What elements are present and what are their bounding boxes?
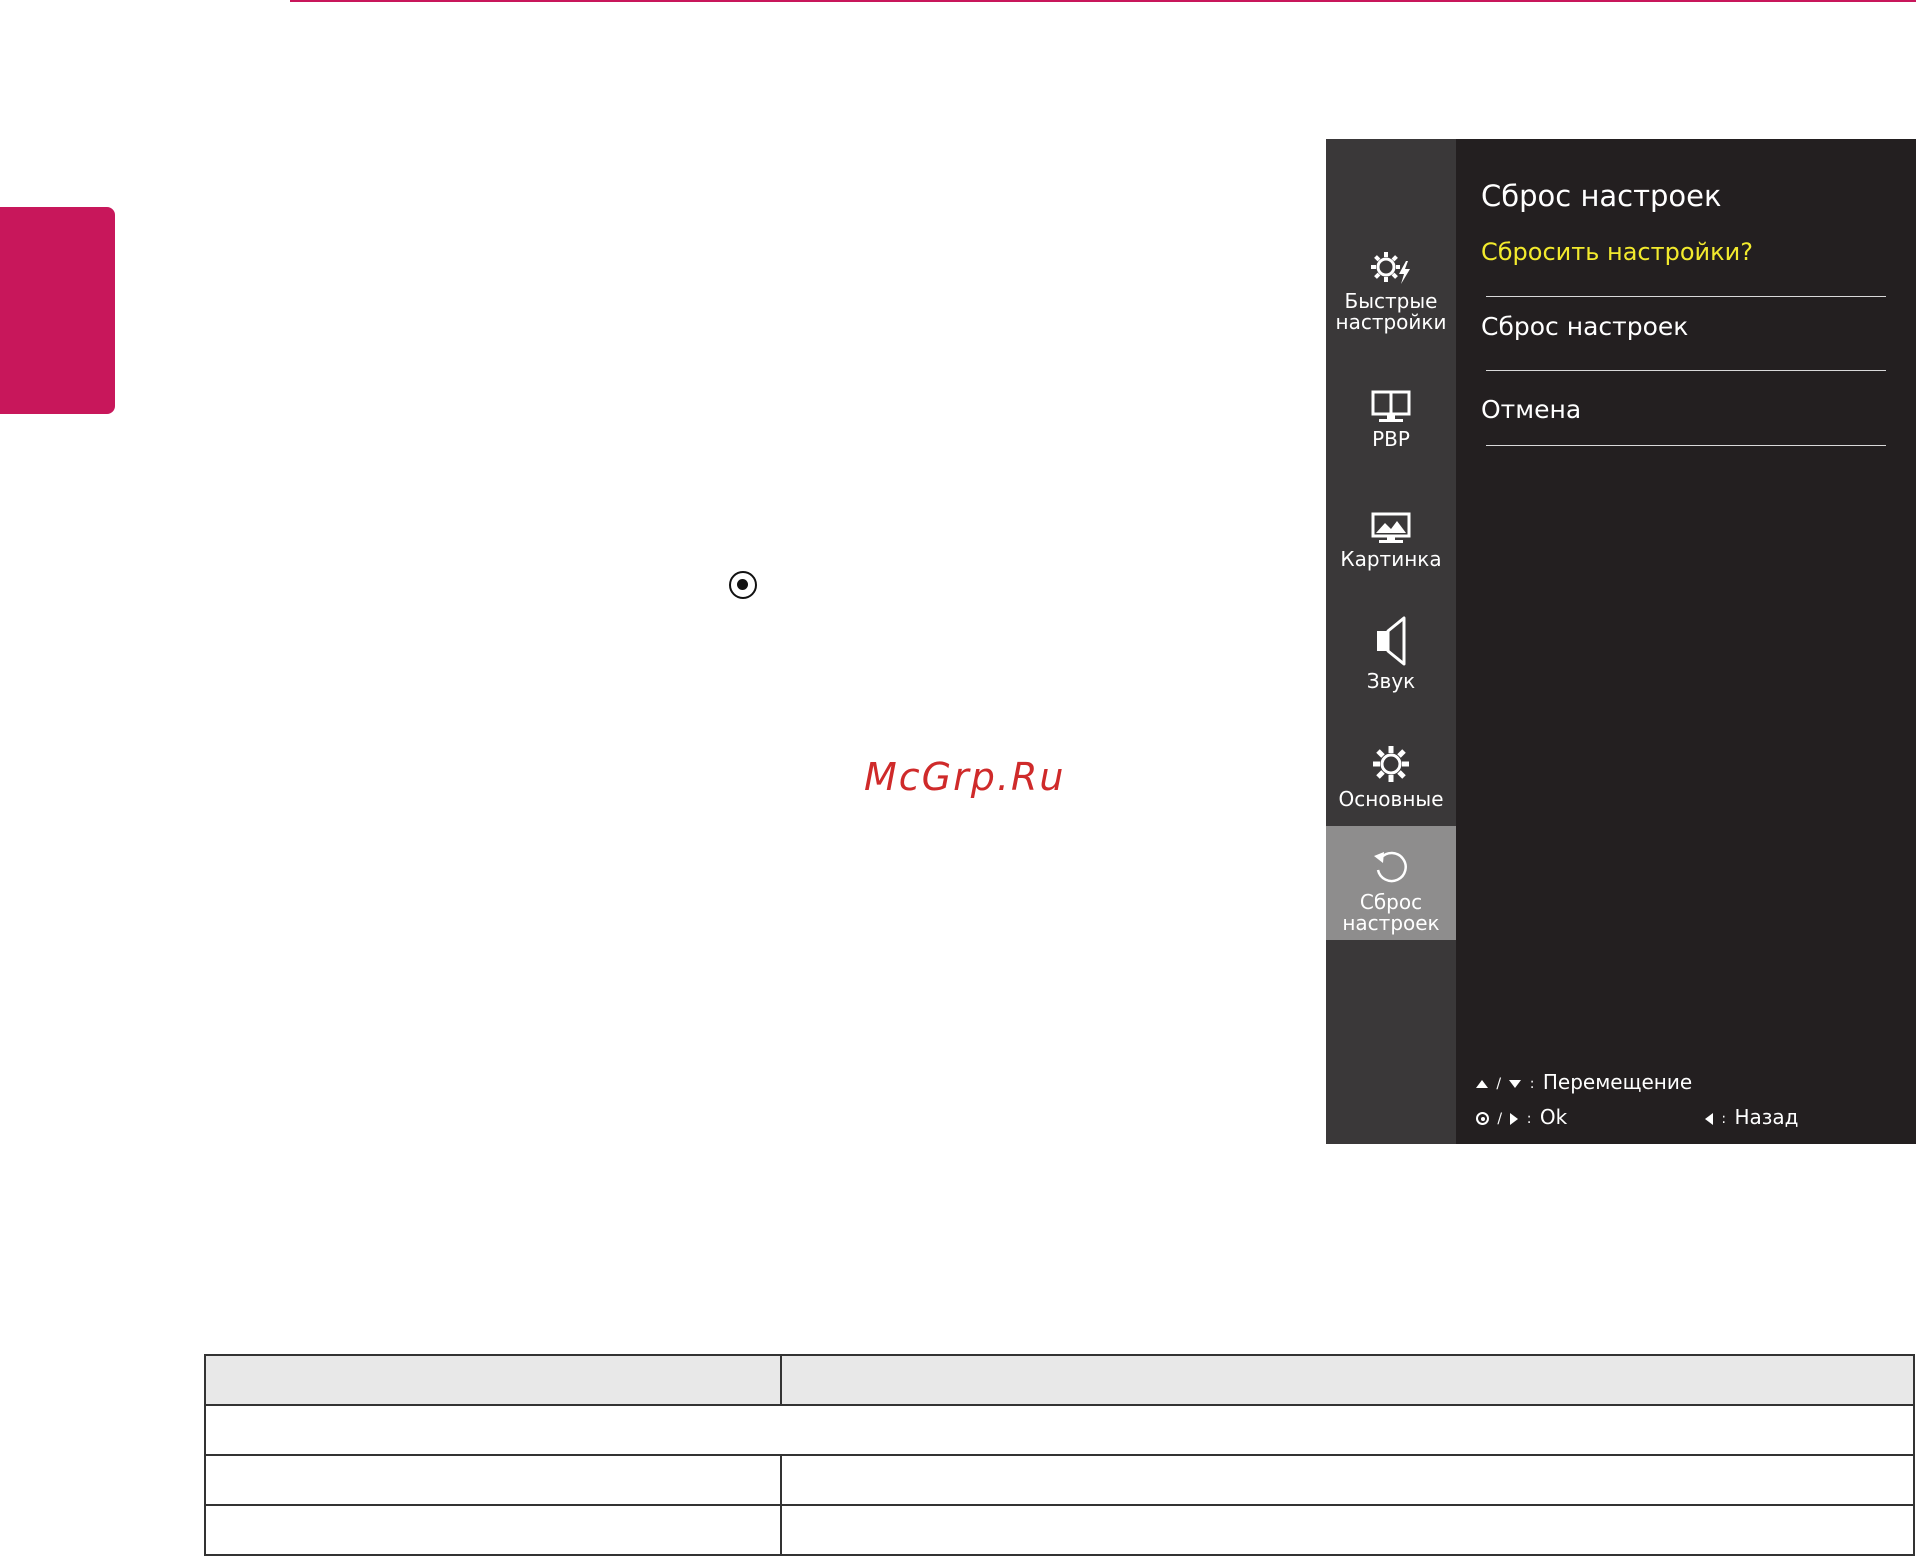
up-arrow-icon xyxy=(1476,1079,1488,1088)
hint-back-label: Назад xyxy=(1734,1105,1799,1129)
hint-colon: : xyxy=(1526,1110,1532,1127)
hint-move-label: Перемещение xyxy=(1542,1070,1693,1094)
pbp-icon xyxy=(1371,390,1411,422)
reset-icon xyxy=(1374,851,1407,883)
hint-ok-label: Ok xyxy=(1539,1105,1568,1129)
nav-label: Звук xyxy=(1366,669,1416,693)
ok-button-icon xyxy=(729,571,757,599)
nav-item-quick-settings[interactable]: Быстрые настройки xyxy=(1326,247,1456,337)
table-row xyxy=(204,1454,1915,1506)
nav-item-reset[interactable]: Сброс настроек xyxy=(1326,826,1456,940)
top-accent-rule xyxy=(290,0,1916,2)
nav-label: Сброс настроек xyxy=(1342,890,1440,935)
table-row xyxy=(204,1504,1915,1556)
nav-item-general[interactable]: Основные xyxy=(1326,743,1456,823)
table-cell xyxy=(204,1454,782,1506)
hint-move: / : Перемещение xyxy=(1476,1070,1692,1094)
table-header-cell xyxy=(780,1354,1915,1406)
divider xyxy=(1486,296,1886,297)
table-row xyxy=(204,1404,1915,1456)
page-side-tab xyxy=(0,207,115,414)
osd-menu: Быстрые настройки PBP Картинка Звук Осно… xyxy=(1326,139,1916,1144)
hint-colon: : xyxy=(1529,1075,1535,1092)
table-header-row xyxy=(204,1354,1915,1406)
hint-colon: : xyxy=(1721,1110,1727,1127)
nav-item-sound[interactable]: Звук xyxy=(1326,615,1456,705)
nav-label: PBP xyxy=(1372,427,1410,451)
hint-separator: / xyxy=(1497,1110,1503,1127)
nav-label: Картинка xyxy=(1340,547,1442,571)
right-arrow-icon xyxy=(1510,1112,1519,1125)
table-cell xyxy=(780,1454,1915,1506)
reset-question: Сбросить настройки? xyxy=(1481,238,1753,266)
table-cell xyxy=(204,1504,782,1556)
gear-icon xyxy=(1373,746,1409,782)
table-header-cell xyxy=(204,1354,782,1406)
table-cell xyxy=(204,1404,1915,1456)
ok-button-icon xyxy=(1476,1112,1489,1125)
hint-separator: / xyxy=(1496,1075,1502,1092)
settings-table xyxy=(204,1354,1915,1556)
down-arrow-icon xyxy=(1509,1079,1522,1088)
option-reset[interactable]: Сброс настроек xyxy=(1481,312,1911,341)
osd-content-panel: Сброс настроек Сбросить настройки? Сброс… xyxy=(1456,139,1916,1144)
nav-item-picture[interactable]: Картинка xyxy=(1326,511,1456,581)
hint-back: : Назад xyxy=(1705,1105,1798,1129)
divider xyxy=(1486,445,1886,446)
option-cancel[interactable]: Отмена xyxy=(1481,395,1911,424)
nav-label: Быстрые настройки xyxy=(1335,289,1447,334)
left-arrow-icon xyxy=(1705,1112,1713,1125)
watermark: McGrp.Ru xyxy=(864,755,1066,799)
hint-ok: / : Ok xyxy=(1476,1105,1567,1129)
nav-item-pbp[interactable]: PBP xyxy=(1326,389,1456,459)
speaker-icon xyxy=(1377,616,1406,666)
osd-nav-panel: Быстрые настройки PBP Картинка Звук Осно… xyxy=(1326,139,1456,1144)
nav-label: Основные xyxy=(1338,787,1444,811)
menu-title: Сброс настроек xyxy=(1481,179,1722,213)
divider xyxy=(1486,370,1886,371)
quick-settings-icon xyxy=(1371,252,1410,284)
table-cell xyxy=(780,1504,1915,1556)
picture-icon xyxy=(1371,512,1411,543)
